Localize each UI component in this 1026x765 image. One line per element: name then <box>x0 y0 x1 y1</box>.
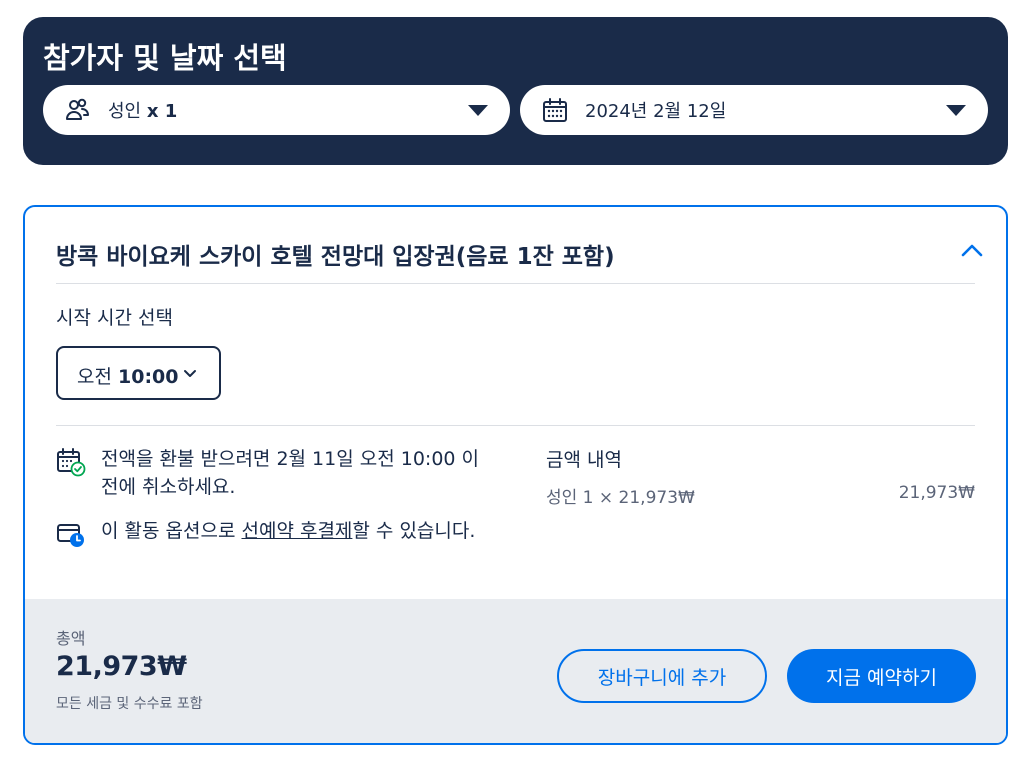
reserve-text-prefix: 이 활동 옵션으로 <box>101 520 242 542</box>
add-to-cart-button[interactable]: 장바구니에 추가 <box>557 649 767 703</box>
reserve-now-pay-later-text: 이 활동 옵션으로 선예약 후결제할 수 있습니다. <box>101 517 486 545</box>
price-breakdown-title: 금액 내역 <box>546 449 622 471</box>
time-value: 10:00 <box>118 366 179 388</box>
start-time-label: 시작 시간 선택 <box>56 307 173 329</box>
participants-icon <box>65 97 91 123</box>
time-period: 오전 <box>77 366 112 388</box>
caret-down-icon <box>468 105 488 116</box>
participants-date-panel: 참가자 및 날짜 선택 성인 x 1 2024년 2월 12일 <box>23 17 1008 165</box>
participants-value: 성인 x 1 <box>108 97 177 123</box>
participants-count: x 1 <box>146 101 178 122</box>
reserve-now-pay-later-link[interactable]: 선예약 후결제 <box>241 520 352 542</box>
chevron-up-icon[interactable] <box>960 240 984 260</box>
book-now-button[interactable]: 지금 예약하기 <box>787 649 976 703</box>
divider <box>56 425 975 426</box>
caret-down-icon <box>946 105 966 116</box>
date-selector[interactable]: 2024년 2월 12일 <box>520 85 988 135</box>
price-line-label: 성인 1 × 21,973₩ <box>546 488 695 508</box>
activity-option-card: 방콕 바이요케 스카이 호텔 전망대 입장권(음료 1잔 포함) 시작 시간 선… <box>23 205 1008 745</box>
calendar-icon <box>542 97 568 123</box>
total-price: 21,973₩ <box>56 651 187 682</box>
participants-selector[interactable]: 성인 x 1 <box>43 85 510 135</box>
divider <box>56 283 975 284</box>
chevron-down-icon <box>183 365 197 379</box>
start-time-value: 오전 10:00 <box>77 362 179 389</box>
reserve-text-suffix: 할 수 있습니다. <box>352 520 476 542</box>
refund-policy-text: 전액을 환불 받으려면 2월 11일 오전 10:00 이전에 취소하세요. <box>101 448 480 498</box>
total-label: 총액 <box>56 629 86 648</box>
tax-note: 모든 세금 및 수수료 포함 <box>56 696 203 712</box>
card-clock-icon <box>56 519 86 549</box>
date-value: 2024년 2월 12일 <box>585 101 727 122</box>
booking-footer: 총액 21,973₩ 모든 세금 및 수수료 포함 장바구니에 추가 지금 예약… <box>25 599 1006 743</box>
calendar-check-icon <box>56 447 86 477</box>
price-line-total: 21,973₩ <box>898 483 975 503</box>
option-title: 방콕 바이요케 스카이 호텔 전망대 입장권(음료 1잔 포함) <box>56 244 615 270</box>
start-time-select[interactable]: 오전 10:00 <box>56 346 221 400</box>
participants-label: 성인 <box>108 101 142 122</box>
reserve-now-pay-later-row: 이 활동 옵션으로 선예약 후결제할 수 있습니다. <box>56 517 486 577</box>
refund-policy-row: 전액을 환불 받으려면 2월 11일 오전 10:00 이전에 취소하세요. <box>56 445 486 505</box>
panel-title: 참가자 및 날짜 선택 <box>43 41 287 75</box>
